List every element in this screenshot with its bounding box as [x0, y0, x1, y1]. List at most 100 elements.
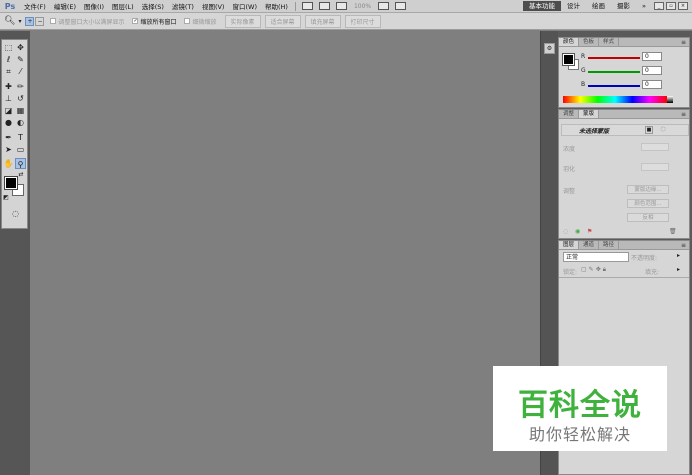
slider-blue-value[interactable]: 0: [642, 80, 662, 89]
gradient-tool-icon[interactable]: ▦: [15, 105, 26, 116]
panel-menu-icon[interactable]: ≡: [678, 38, 689, 46]
menu-help[interactable]: 帮助(H): [261, 1, 292, 11]
menu-view[interactable]: 视图(V): [198, 1, 229, 11]
history-panel-icon[interactable]: ⚙: [544, 43, 555, 54]
panel-menu-icon[interactable]: ≡: [678, 241, 689, 249]
tab-masks[interactable]: 蒙版: [579, 110, 600, 118]
bridge-icon[interactable]: [301, 2, 313, 10]
tab-layers[interactable]: 图层: [559, 241, 580, 249]
default-colors-icon[interactable]: ◩: [2, 194, 10, 202]
marquee-tool-icon[interactable]: ⬚: [3, 42, 14, 53]
healing-brush-tool-icon[interactable]: ✚: [3, 81, 14, 92]
color-spectrum-bw[interactable]: [667, 96, 673, 103]
document-area[interactable]: [30, 31, 540, 475]
brush-tool-icon[interactable]: ✏: [15, 81, 26, 92]
lasso-tool-icon[interactable]: ℓ: [3, 54, 14, 65]
opacity-arrow-icon[interactable]: ▸: [677, 252, 680, 259]
quick-mask-icon[interactable]: ◌: [10, 208, 21, 219]
view-extras-icon[interactable]: [335, 2, 347, 10]
menu-image[interactable]: 图像(I): [80, 1, 108, 11]
load-selection-icon[interactable]: ◌: [563, 228, 568, 235]
history-brush-tool-icon[interactable]: ↺: [15, 93, 26, 104]
tab-styles[interactable]: 样式: [599, 38, 620, 46]
path-select-tool-icon[interactable]: ➤: [3, 144, 14, 155]
actual-pixels-button[interactable]: 实际像素: [224, 14, 261, 28]
panel-menu-icon[interactable]: ≡: [678, 110, 689, 118]
color-fg-swatch[interactable]: [562, 53, 575, 66]
mask-edge-button[interactable]: 蒙版边缘...: [627, 185, 669, 194]
crop-tool-icon[interactable]: ⌗: [3, 66, 14, 77]
menu-select[interactable]: 选择(S): [138, 1, 168, 11]
hand-tool-icon[interactable]: ✋: [3, 158, 14, 169]
screen-mode-icon[interactable]: [395, 2, 407, 10]
mask-title: 未选择蒙版: [579, 128, 610, 135]
apply-mask-icon[interactable]: ⚑: [587, 228, 592, 235]
menu-layer[interactable]: 图层(L): [108, 1, 138, 11]
slider-blue-track[interactable]: [588, 85, 640, 87]
mini-bridge-icon[interactable]: [318, 2, 330, 10]
menu-edit[interactable]: 编辑(E): [50, 1, 80, 11]
eyedropper-tool-icon[interactable]: ⁄: [15, 66, 26, 77]
dodge-tool-icon[interactable]: ◐: [15, 117, 26, 128]
move-tool-icon[interactable]: ✥: [15, 42, 26, 53]
workspace-photography[interactable]: 摄影: [611, 1, 636, 11]
slider-blue[interactable]: B 0: [581, 80, 691, 91]
vector-mask-icon[interactable]: ⬡: [659, 126, 667, 134]
clone-stamp-tool-icon[interactable]: ⊥: [3, 93, 14, 104]
fit-screen-button[interactable]: 适合屏幕: [264, 14, 301, 28]
delete-mask-icon[interactable]: 🗑︎: [669, 228, 677, 235]
resize-windows-checkbox[interactable]: 调整窗口大小以满屏显示: [50, 17, 124, 26]
slider-green-track[interactable]: [588, 71, 640, 73]
pixel-mask-icon[interactable]: ■: [645, 126, 653, 134]
tab-channels[interactable]: 通道: [579, 241, 600, 249]
workspace-design[interactable]: 设计: [561, 1, 586, 11]
arrange-documents-icon[interactable]: [378, 2, 390, 10]
slider-red-value[interactable]: 0: [642, 52, 662, 61]
scrubby-zoom-checkbox[interactable]: 细微缩放: [184, 17, 217, 26]
print-size-button[interactable]: 打印尺寸: [344, 14, 381, 28]
quick-select-tool-icon[interactable]: ✎: [15, 54, 26, 65]
workspace-more[interactable]: »: [636, 1, 652, 11]
feather-field[interactable]: [641, 163, 669, 171]
slider-red[interactable]: R 0: [581, 52, 691, 63]
zoom-level[interactable]: 100%: [350, 3, 375, 10]
shape-tool-icon[interactable]: ▭: [15, 144, 26, 155]
zoom-all-windows-checkbox[interactable]: ✓ 缩放所有窗口: [132, 17, 176, 26]
eraser-tool-icon[interactable]: ◪: [3, 105, 14, 116]
fill-screen-button[interactable]: 填充屏幕: [304, 14, 341, 28]
slider-red-track[interactable]: [588, 57, 640, 59]
tab-paths[interactable]: 路径: [599, 241, 620, 249]
tab-swatches[interactable]: 色板: [579, 38, 600, 46]
minimize-icon[interactable]: _: [654, 2, 664, 10]
restore-icon[interactable]: ▫: [666, 2, 676, 10]
menu-file[interactable]: 文件(F): [20, 1, 50, 11]
fill-arrow-icon[interactable]: ▸: [677, 266, 680, 273]
slider-green[interactable]: G 0: [581, 66, 691, 77]
pen-tool-icon[interactable]: ✒: [3, 132, 14, 143]
blur-tool-icon[interactable]: ●: [3, 117, 14, 128]
app-logo: Ps: [4, 1, 16, 11]
color-spectrum[interactable]: [563, 96, 667, 103]
zoom-tool-icon[interactable]: 🔍︎: [4, 16, 15, 26]
invert-button[interactable]: 反相: [627, 213, 669, 222]
color-range-button[interactable]: 颜色范围...: [627, 199, 669, 208]
tab-color[interactable]: 颜色: [559, 38, 580, 46]
menu-filter[interactable]: 滤镜(T): [168, 1, 198, 11]
lock-icons[interactable]: ▢✎✥🔒︎: [581, 266, 608, 274]
zoom-out-icon[interactable]: −: [35, 16, 45, 26]
swap-colors-icon[interactable]: ⇄: [17, 171, 25, 179]
zoom-in-icon[interactable]: +: [25, 16, 35, 26]
eye-icon[interactable]: ◉: [575, 228, 580, 235]
blend-mode-select[interactable]: 正常: [563, 252, 629, 262]
close-icon[interactable]: ×: [678, 2, 688, 10]
menu-window[interactable]: 窗口(W): [228, 1, 261, 11]
type-tool-icon[interactable]: T: [15, 132, 26, 143]
tab-adjustments[interactable]: 调整: [559, 110, 580, 118]
workspace-essentials[interactable]: 基本功能: [523, 1, 562, 11]
workspace-painting[interactable]: 绘画: [586, 1, 611, 11]
tool-preset-dropdown-icon[interactable]: ▾: [18, 18, 21, 25]
zoom-tool-selected-icon[interactable]: ⚲: [15, 158, 26, 169]
density-field[interactable]: [641, 143, 669, 151]
foreground-color-swatch[interactable]: [4, 176, 18, 190]
slider-green-value[interactable]: 0: [642, 66, 662, 75]
